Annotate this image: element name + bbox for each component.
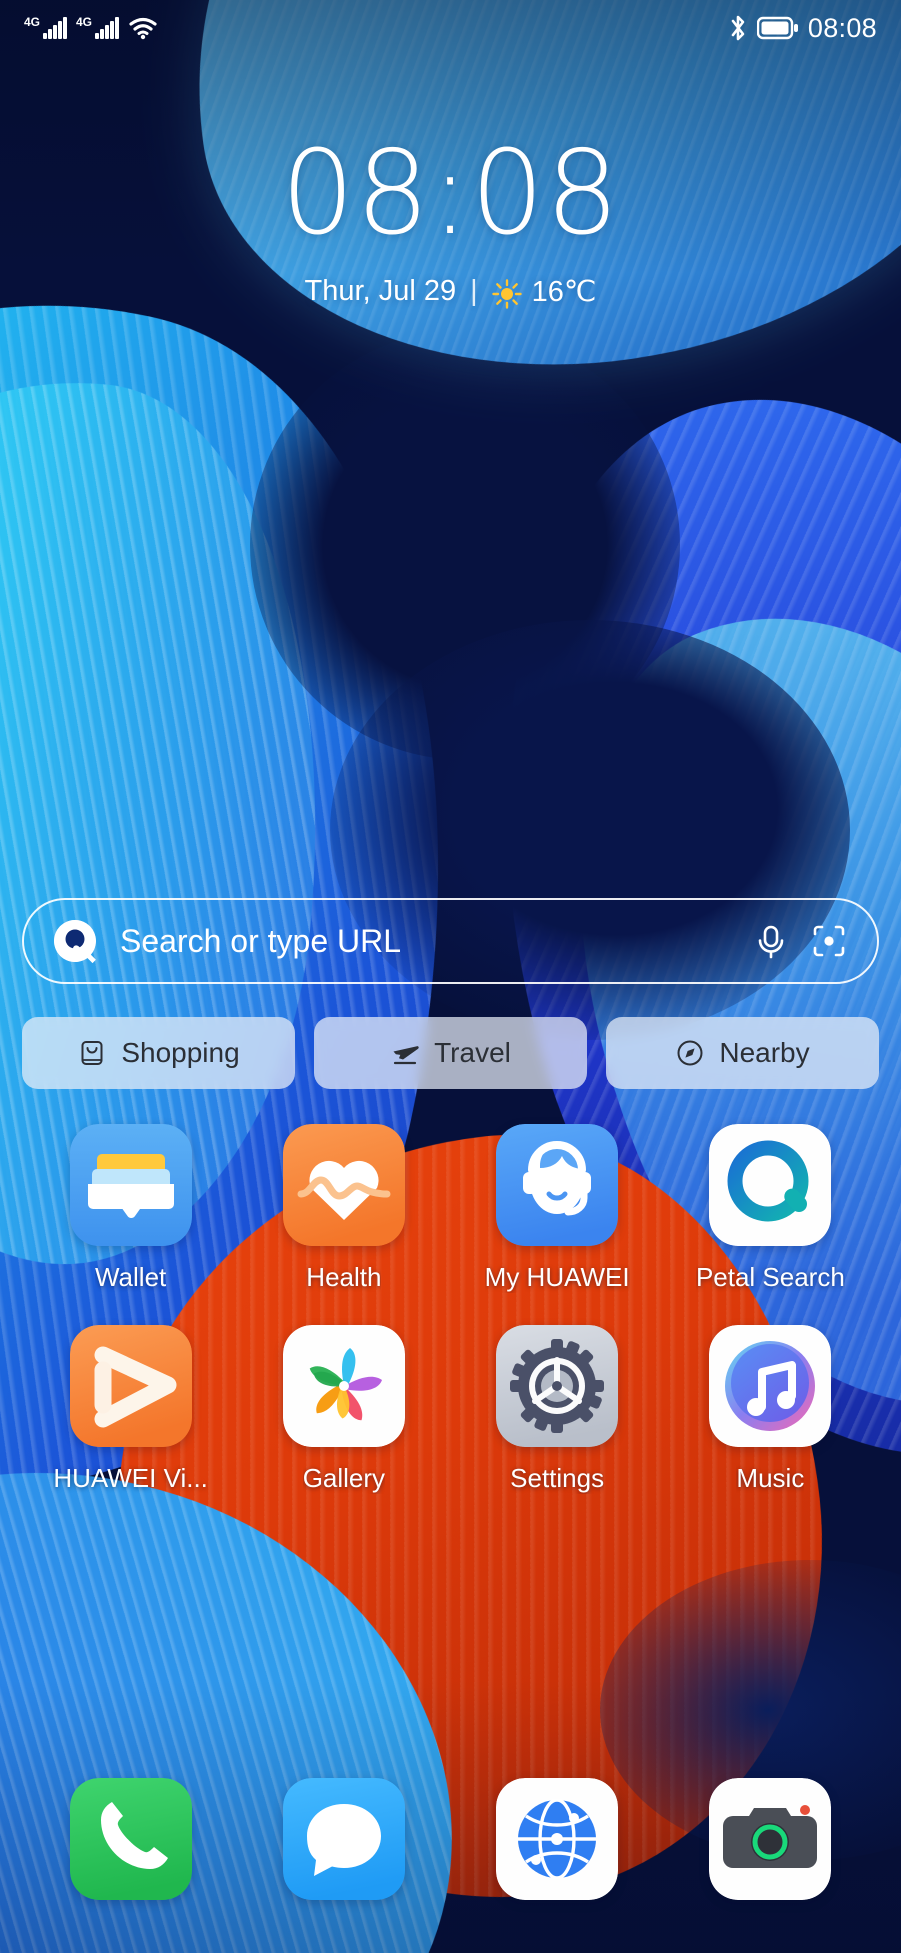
signal-strength-sim1-icon: 4G xyxy=(24,15,67,39)
status-bar-clock: 08:08 xyxy=(807,12,877,43)
shortcut-chip-shopping-label: Shopping xyxy=(121,1037,240,1068)
search-bar[interactable]: Search or type URL xyxy=(22,898,879,984)
app-huawei-video[interactable]: HUAWEI Vi... xyxy=(24,1325,237,1494)
clock-widget[interactable]: 08:08 Thur, Jul 29 | 16℃ xyxy=(0,136,901,309)
battery-full-icon xyxy=(756,16,799,40)
health-heart-icon xyxy=(282,1124,405,1246)
shortcut-chip-shopping[interactable]: Shopping xyxy=(22,1017,295,1089)
app-music[interactable]: Music xyxy=(664,1325,877,1494)
compass-icon xyxy=(675,1038,705,1068)
app-settings[interactable]: Settings xyxy=(451,1325,664,1494)
wallet-icon xyxy=(69,1124,192,1246)
clock-separator: | xyxy=(470,275,478,307)
app-grid: Wallet Health My HUAWEI Petal Search HUA… xyxy=(0,1124,901,1494)
search-input-placeholder[interactable]: Search or type URL xyxy=(120,923,735,960)
sun-icon xyxy=(491,278,522,309)
bluetooth-icon xyxy=(728,14,748,42)
app-row-1: Wallet Health My HUAWEI Petal Search xyxy=(0,1124,901,1293)
signal-strength-sim2-icon: 4G xyxy=(76,15,119,39)
app-petal-search[interactable]: Petal Search xyxy=(664,1124,877,1293)
shortcut-chip-travel[interactable]: Travel xyxy=(314,1017,587,1089)
my-huawei-support-icon xyxy=(496,1124,619,1246)
app-phone[interactable] xyxy=(24,1778,237,1916)
app-music-label: Music xyxy=(736,1463,805,1493)
clock-temperature: 16℃ xyxy=(531,276,597,308)
app-wallet[interactable]: Wallet xyxy=(24,1124,237,1293)
settings-gear-icon xyxy=(496,1325,619,1447)
app-wallet-label: Wallet xyxy=(94,1262,167,1292)
petal-search-icon xyxy=(709,1124,832,1246)
gallery-flower-icon xyxy=(282,1325,405,1447)
signal-sim1-network-label: 4G xyxy=(24,15,41,29)
microphone-icon[interactable] xyxy=(749,919,793,963)
clock-date-weather: Thur, Jul 29 | 16℃ xyxy=(0,274,901,309)
dock xyxy=(0,1778,901,1916)
app-my-huawei[interactable]: My HUAWEI xyxy=(451,1124,664,1293)
camera-icon xyxy=(709,1778,832,1900)
app-row-2: HUAWEI Vi... Gallery Settings Music xyxy=(0,1325,901,1494)
clock-time: 08:08 xyxy=(280,126,621,261)
lens-scan-icon[interactable] xyxy=(807,919,851,963)
app-gallery[interactable]: Gallery xyxy=(237,1325,450,1494)
messages-icon xyxy=(282,1778,405,1900)
petal-search-logo-icon xyxy=(52,918,98,964)
shortcut-chip-nearby[interactable]: Nearby xyxy=(606,1017,879,1089)
home-screen: 4G 4G 08:08 08:08 Thur, Jul 29 | 16℃ Sea… xyxy=(0,0,901,1953)
app-my-huawei-label: My HUAWEI xyxy=(484,1262,630,1292)
wifi-icon xyxy=(128,16,158,40)
app-petal-search-label: Petal Search xyxy=(695,1262,845,1292)
app-huawei-video-label: HUAWEI Vi... xyxy=(53,1463,208,1493)
app-gallery-label: Gallery xyxy=(302,1463,386,1493)
app-health-label: Health xyxy=(306,1262,382,1292)
app-camera[interactable] xyxy=(664,1778,877,1916)
status-bar: 4G 4G 08:08 xyxy=(0,0,901,56)
phone-icon xyxy=(69,1778,192,1900)
clock-date: Thur, Jul 29 xyxy=(304,275,457,307)
browser-globe-icon xyxy=(496,1778,619,1900)
app-health[interactable]: Health xyxy=(237,1124,450,1293)
huawei-video-icon xyxy=(69,1325,192,1447)
app-messages[interactable] xyxy=(237,1778,450,1916)
shortcut-chip-nearby-label: Nearby xyxy=(719,1037,810,1068)
airplane-icon xyxy=(390,1038,420,1068)
signal-sim2-network-label: 4G xyxy=(76,15,93,29)
app-settings-label: Settings xyxy=(510,1463,605,1493)
music-note-icon xyxy=(709,1325,832,1447)
status-bar-left: 4G 4G xyxy=(24,16,158,40)
shopping-bag-icon xyxy=(77,1038,107,1068)
status-bar-right: 08:08 xyxy=(728,13,877,44)
shortcut-chip-travel-label: Travel xyxy=(434,1037,511,1068)
search-shortcuts: Shopping Travel Nearby xyxy=(22,1017,879,1089)
app-browser[interactable] xyxy=(451,1778,664,1916)
